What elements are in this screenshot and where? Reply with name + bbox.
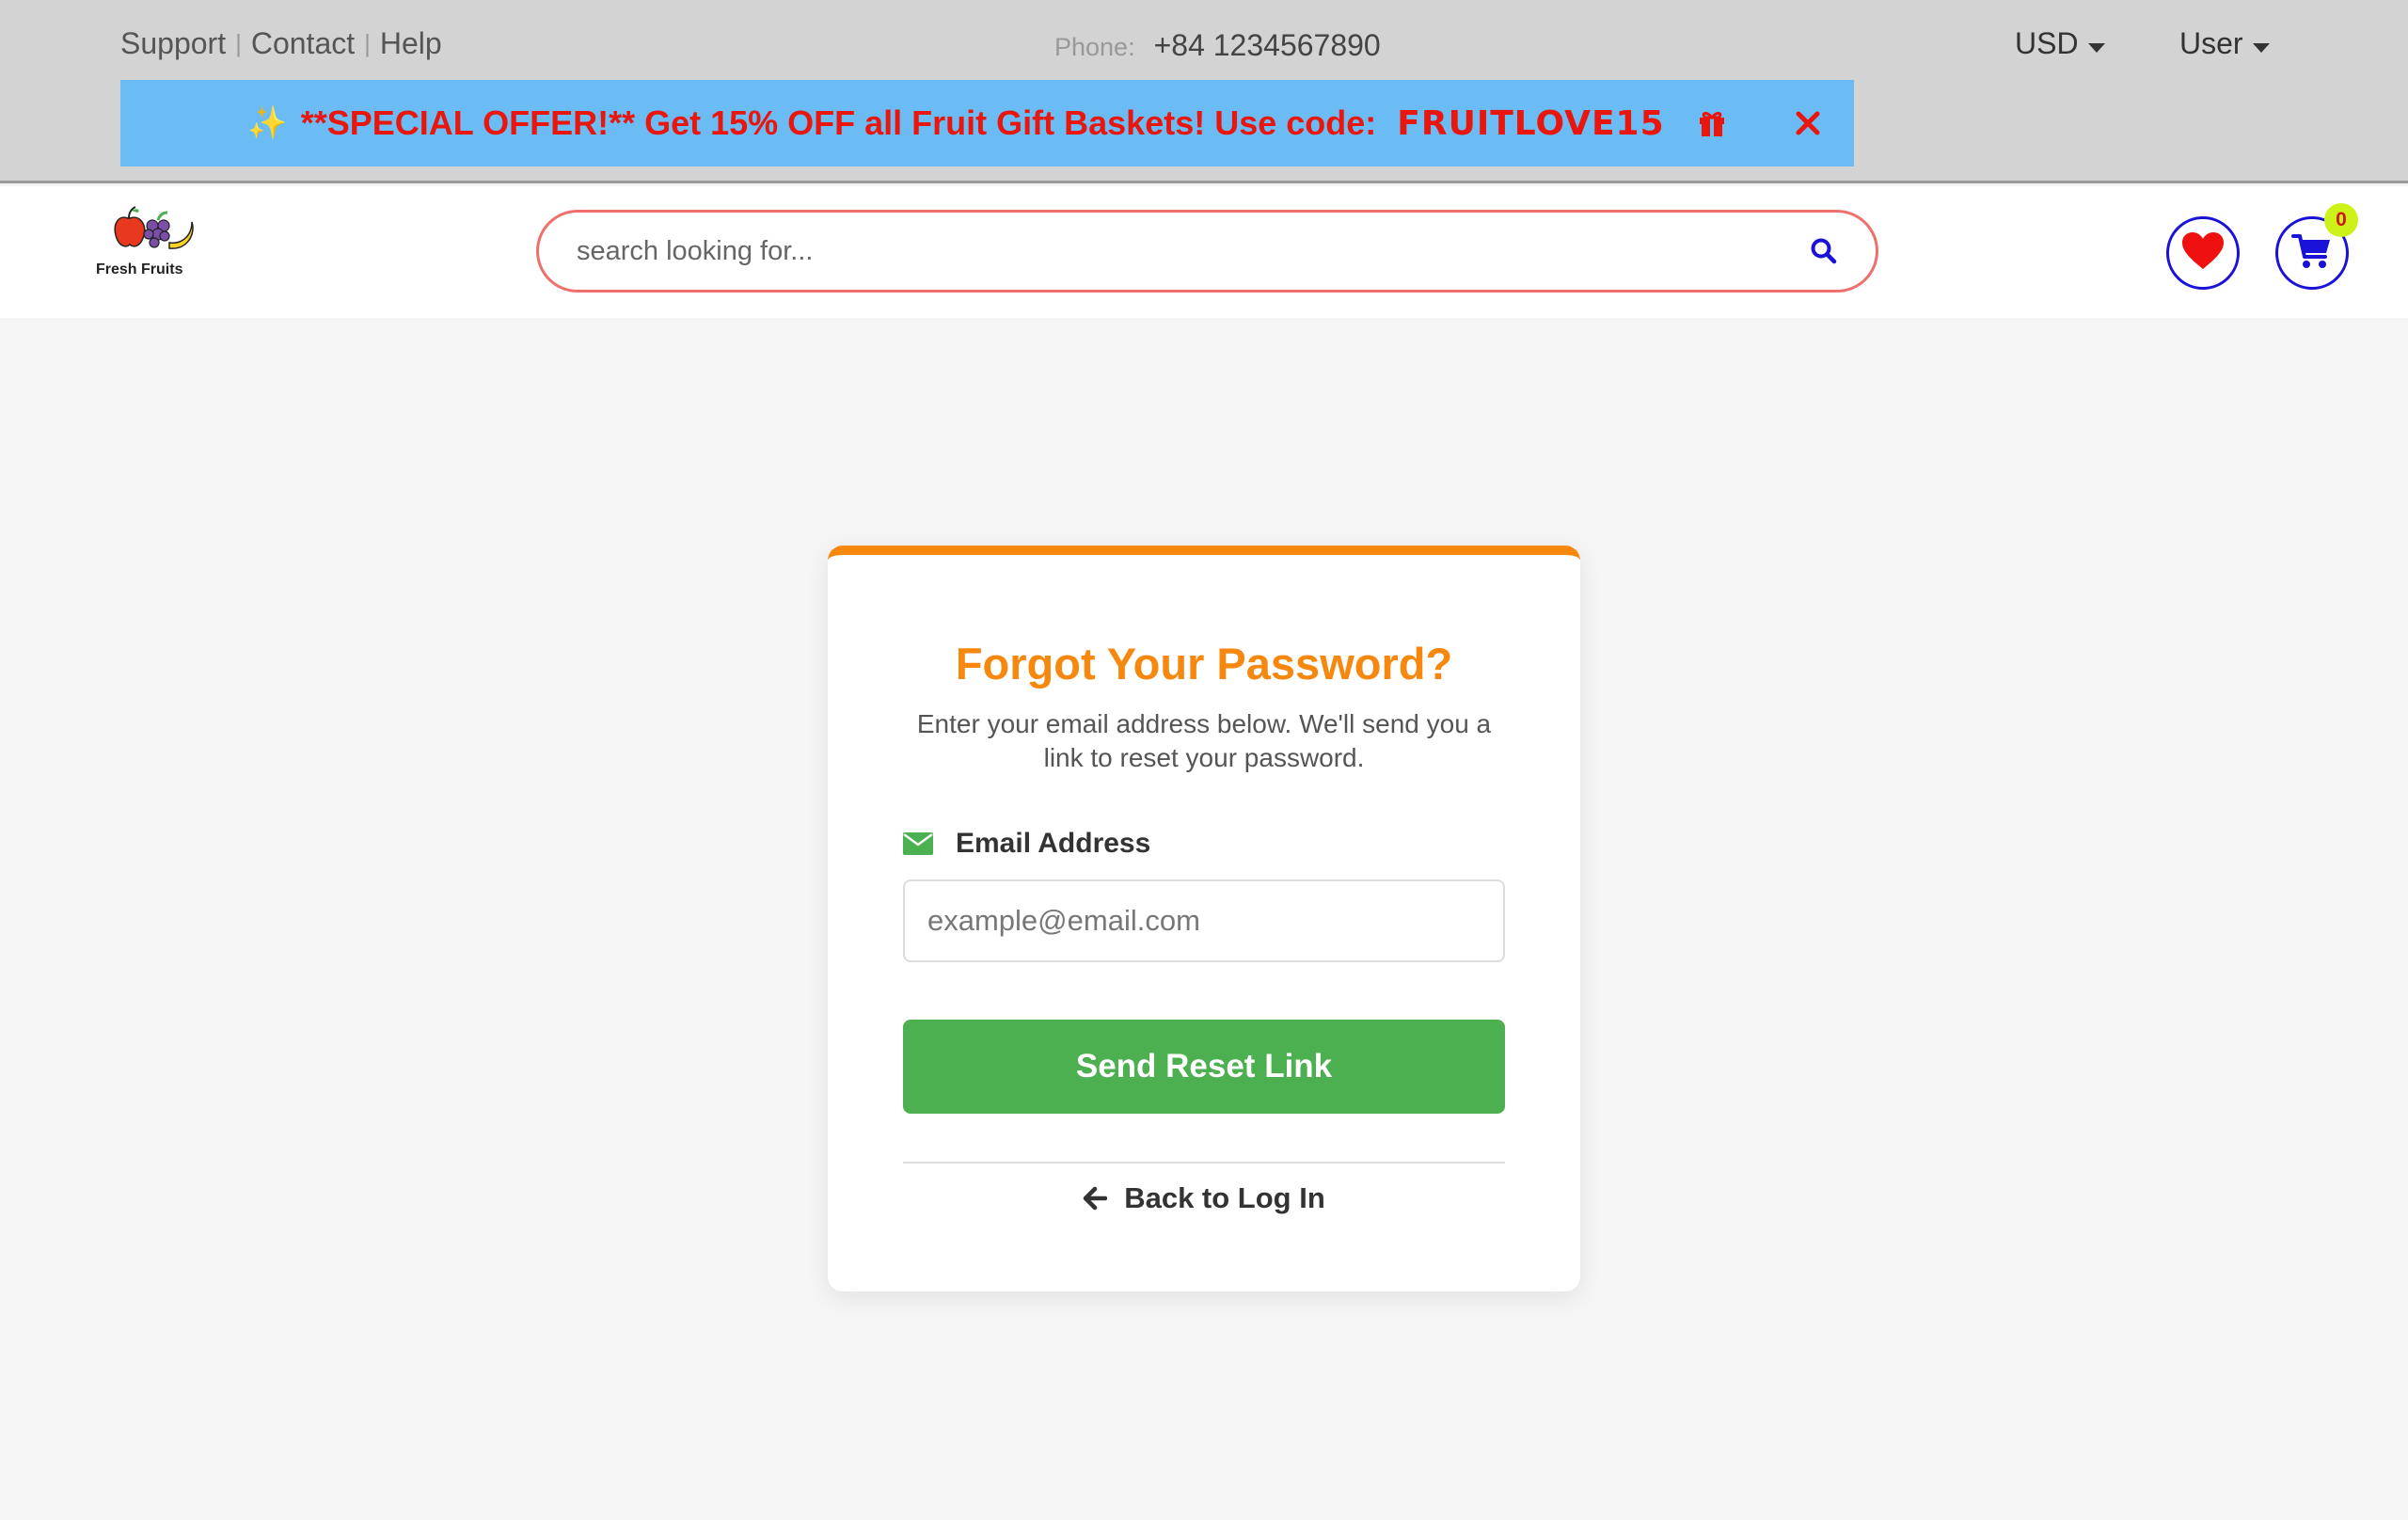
search-bar [536,210,1878,293]
fruit-logo-icon [114,206,194,249]
site-header: Fresh Fruits 0 [0,186,2408,318]
currency-label: USD [2015,26,2079,60]
user-dropdown[interactable]: User [2179,26,2270,61]
close-icon[interactable] [1785,101,1830,146]
arrow-left-icon [1083,1186,1108,1211]
phone-label: Phone: [1054,33,1135,61]
email-label-text: Email Address [956,828,1151,859]
send-reset-link-button[interactable]: Send Reset Link [903,1020,1505,1114]
caret-down-icon [2087,42,2105,53]
forgot-password-card: Forgot Your Password? Enter your email a… [828,546,1580,1291]
separator: | [364,29,371,57]
separator: | [235,29,242,57]
phone-info: Phone: +84 1234567890 [1054,28,1381,63]
search-icon[interactable] [1810,237,1838,270]
support-link[interactable]: Support [120,26,226,61]
email-field[interactable] [903,879,1505,962]
divider [903,1162,1505,1164]
promo-code: FRUITLOVE15 [1397,103,1665,143]
top-links: Support | Contact | Help [120,26,442,61]
email-label: Email Address [903,828,1150,860]
sparkle-icon: ✨ [247,105,288,141]
user-label: User [2179,26,2243,60]
gift-icon [1697,108,1727,138]
page-title: Forgot Your Password? [955,639,1453,689]
promo-banner: ✨ **SPECIAL OFFER!** Get 15% OFF all Fru… [120,80,1854,166]
cart-count-badge: 0 [2324,203,2358,237]
phone-number: +84 1234567890 [1153,28,1381,62]
top-bar: Support | Contact | Help Phone: +84 1234… [0,0,2408,183]
envelope-icon [903,832,933,855]
caret-down-icon [2252,42,2270,53]
back-to-login-link[interactable]: Back to Log In [828,1181,1580,1215]
search-input[interactable] [577,235,1781,267]
instructions-text: Enter your email address below. We'll se… [916,709,1492,772]
promo-text: **SPECIAL OFFER!** Get 15% OFF all Fruit… [300,103,1377,142]
help-link[interactable]: Help [380,26,442,61]
contact-link[interactable]: Contact [251,26,355,61]
logo-text: Fresh Fruits [96,261,183,277]
wishlist-button[interactable] [2166,216,2240,290]
back-to-login-label: Back to Log In [1124,1181,1325,1214]
cart-icon [2291,232,2333,275]
heart-icon [2181,231,2225,276]
logo[interactable]: Fresh Fruits [94,205,202,280]
currency-dropdown[interactable]: USD [2015,26,2105,61]
